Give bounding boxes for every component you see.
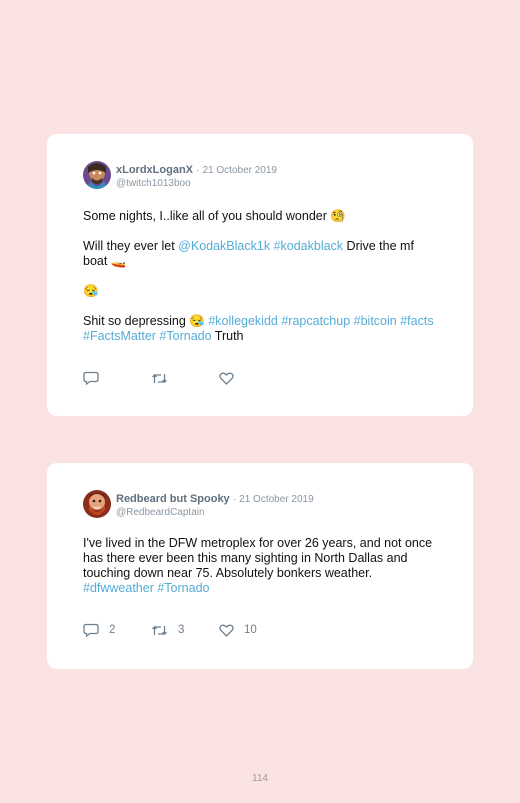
reply-icon xyxy=(83,371,99,385)
reply-button[interactable] xyxy=(83,371,151,385)
reply-icon xyxy=(83,623,99,637)
retweet-icon xyxy=(151,624,168,637)
avatar[interactable] xyxy=(83,490,111,518)
author-line: xLordxLoganX · 21 October 2019 xyxy=(116,164,277,176)
tweet-paragraph: Shit so depressing 😪 #kollegekidd #rapca… xyxy=(83,314,437,344)
avatar[interactable] xyxy=(83,161,111,189)
mention-link[interactable]: @KodakBlack1k xyxy=(178,239,270,253)
retweet-count: 3 xyxy=(178,624,185,636)
like-button[interactable]: 10 xyxy=(219,624,257,637)
like-button[interactable] xyxy=(219,372,244,385)
tweet-date[interactable]: 21 October 2019 xyxy=(202,165,277,176)
text-segment: Will they ever let xyxy=(83,239,179,253)
hashtag-link[interactable]: #bitcoin xyxy=(354,314,397,328)
retweet-button[interactable] xyxy=(151,372,219,385)
hashtag-link[interactable]: #facts xyxy=(400,314,433,328)
hashtag-link[interactable]: #kollegekidd xyxy=(208,314,278,328)
author-handle[interactable]: @RedbeardCaptain xyxy=(116,507,205,518)
separator-dot: · xyxy=(232,494,237,505)
hashtag-link[interactable]: #Tornado xyxy=(157,581,209,595)
tweet-header: xLordxLoganX · 21 October 2019 @twitch10… xyxy=(83,161,437,191)
tweet-header: Redbeard but Spooky · 21 October 2019 @R… xyxy=(83,490,437,520)
tweet-actions xyxy=(83,371,244,385)
tweet-card: xLordxLoganX · 21 October 2019 @twitch10… xyxy=(47,134,473,416)
tweet-text: I've lived in the DFW metroplex for over… xyxy=(83,536,437,596)
reply-count: 2 xyxy=(109,624,116,636)
heart-icon xyxy=(219,624,234,637)
like-count: 10 xyxy=(244,624,257,636)
tweet-actions: 2 3 10 xyxy=(83,623,257,637)
tweet-date[interactable]: 21 October 2019 xyxy=(239,494,314,505)
tweet-paragraph: I've lived in the DFW metroplex for over… xyxy=(83,536,433,580)
separator-dot: · xyxy=(196,165,200,176)
tweet-paragraph: #dfwweather #Tornado xyxy=(83,581,437,596)
author-line: Redbeard but Spooky · 21 October 2019 xyxy=(116,493,314,505)
tweet-text: Some nights, I..like all of you should w… xyxy=(83,209,437,344)
page-number: 114 xyxy=(252,773,268,784)
hashtag-link[interactable]: #FactsMatter xyxy=(83,329,156,343)
retweet-button[interactable]: 3 xyxy=(151,624,219,637)
hashtag-link[interactable]: #rapcatchup xyxy=(281,314,350,328)
retweet-icon xyxy=(151,372,168,385)
text-segment: Shit so depressing 😪 xyxy=(83,314,209,328)
hashtag-link[interactable]: #kodakblack xyxy=(274,239,344,253)
reply-button[interactable]: 2 xyxy=(83,623,151,637)
heart-icon xyxy=(219,372,234,385)
text-segment: Truth xyxy=(211,329,244,343)
hashtag-link[interactable]: #Tornado xyxy=(159,329,211,343)
tweet-card: Redbeard but Spooky · 21 October 2019 @R… xyxy=(47,463,473,669)
tweet-paragraph: Some nights, I..like all of you should w… xyxy=(83,209,346,223)
tweet-paragraph: 😪 xyxy=(83,284,99,298)
hashtag-link[interactable]: #dfwweather xyxy=(83,581,154,595)
author-handle[interactable]: @twitch1013boo xyxy=(116,178,191,189)
author-name[interactable]: xLordxLoganX xyxy=(116,164,193,176)
author-name[interactable]: Redbeard but Spooky xyxy=(116,493,230,505)
tweet-paragraph: Will they ever let @KodakBlack1k #kodakb… xyxy=(83,239,437,269)
